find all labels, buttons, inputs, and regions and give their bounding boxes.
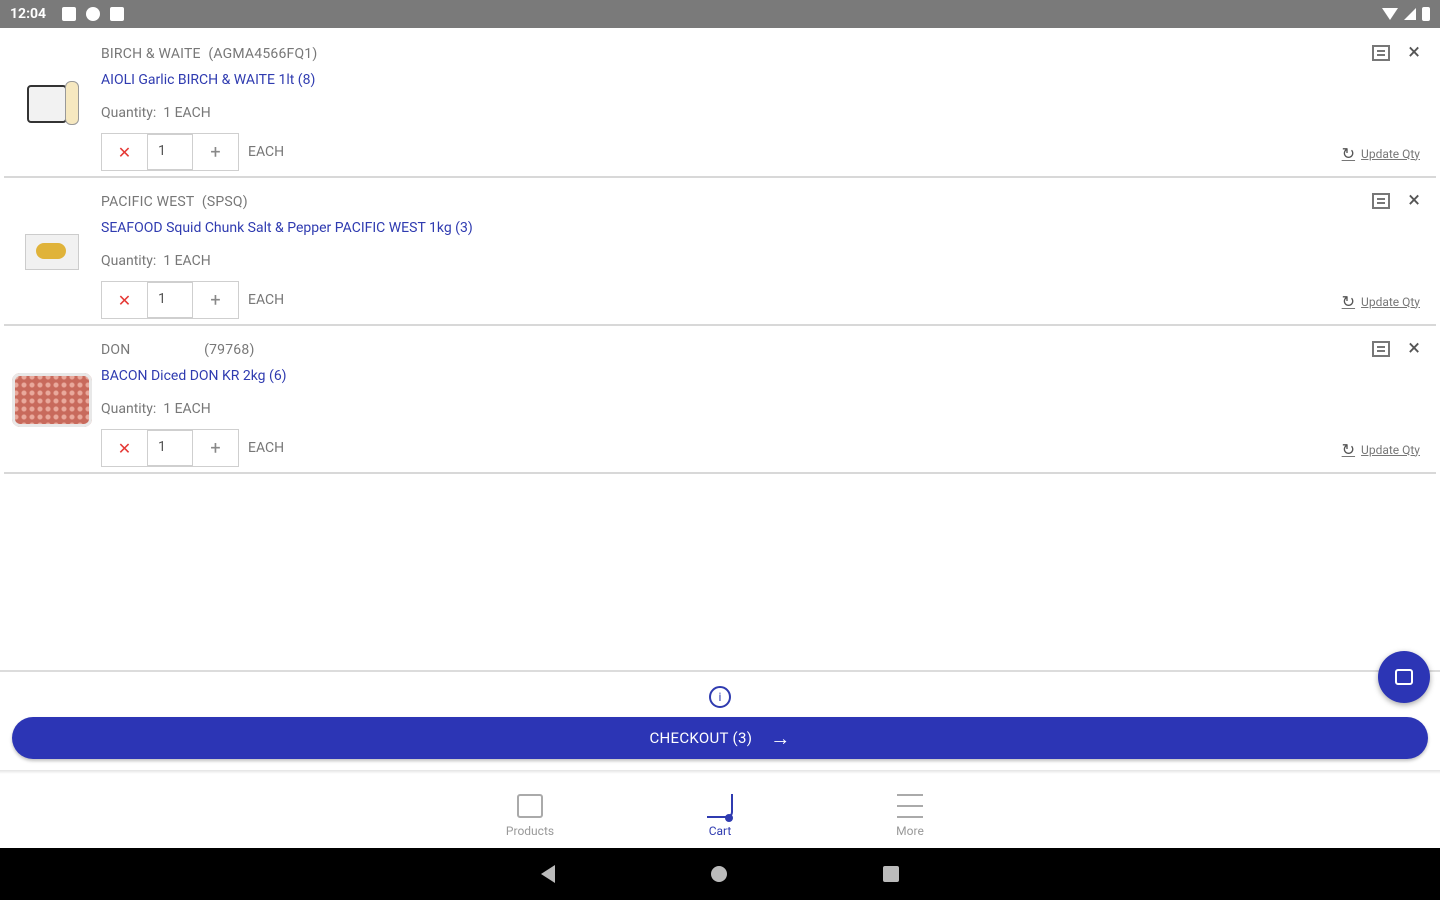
plus-icon[interactable]: + <box>193 282 238 318</box>
system-nav-bar <box>0 848 1440 900</box>
item-actions: × <box>1372 190 1420 212</box>
bacon-product-image <box>12 373 92 427</box>
unit-label: EACH <box>248 440 285 456</box>
product-brand: PACIFIC WEST (SPSQ) <box>101 194 248 210</box>
cart-list: BIRCH & WAITE (AGMA4566FQ1) AIOLI Garlic… <box>0 30 1440 474</box>
unit-label: EACH <box>248 144 285 160</box>
product-code: (SPSQ) <box>201 194 248 210</box>
product-code: (79768) <box>204 342 255 358</box>
quantity-label: Quantity: <box>101 253 157 269</box>
back-icon[interactable] <box>541 865 555 883</box>
plus-icon[interactable]: + <box>193 134 238 170</box>
recent-apps-icon[interactable] <box>883 866 899 882</box>
product-code: (AGMA4566FQ1) <box>208 46 318 62</box>
tab-label: More <box>896 824 924 838</box>
edit-note-fab-button[interactable] <box>1378 651 1430 703</box>
checkout-button[interactable]: CHECKOUT (3) → <box>12 717 1428 759</box>
battery-icon <box>1422 7 1430 21</box>
quantity-value-text: 1 EACH <box>163 253 211 269</box>
refresh-icon: ↻ <box>1341 440 1356 459</box>
unit-label: EACH <box>248 292 285 308</box>
quantity-stepper: ✕ 1 + <box>101 281 239 319</box>
cart-icon <box>707 794 733 822</box>
quantity-input[interactable]: 1 <box>147 430 193 466</box>
quantity-summary: Quantity: 1 EACH <box>101 105 211 121</box>
item-actions: × <box>1372 42 1420 64</box>
close-icon[interactable]: × <box>1408 42 1420 64</box>
menu-icon <box>897 794 923 818</box>
home-icon[interactable] <box>711 866 727 882</box>
tabbar-shadow <box>0 770 1440 774</box>
delete-icon[interactable]: ✕ <box>102 134 147 170</box>
tab-cart[interactable]: Cart <box>680 780 760 848</box>
quantity-value-text: 1 EACH <box>163 401 211 417</box>
product-name-link[interactable]: SEAFOOD Squid Chunk Salt & Pepper PACIFI… <box>101 220 473 236</box>
info-circle-icon[interactable]: i <box>709 686 731 708</box>
tab-label: Cart <box>708 824 732 838</box>
app-notification-icon <box>86 7 101 21</box>
tab-label: Products <box>505 824 555 838</box>
plus-icon[interactable]: + <box>193 430 238 466</box>
quantity-input[interactable]: 1 <box>147 282 193 318</box>
signal-icon <box>1404 8 1416 20</box>
brand-name: PACIFIC WEST <box>101 194 195 210</box>
note-icon[interactable] <box>1372 193 1391 209</box>
notification-icon <box>62 7 77 21</box>
cart-item: DON (79768) BACON Diced DON KR 2kg (6) Q… <box>4 326 1436 474</box>
box-icon <box>517 794 543 818</box>
product-thumbnail[interactable] <box>10 74 94 134</box>
quantity-stepper: ✕ 1 + <box>101 429 239 467</box>
edit-note-icon <box>1395 669 1413 685</box>
note-icon[interactable] <box>1372 45 1391 61</box>
update-qty-label: Update Qty <box>1361 294 1420 309</box>
update-qty-label: Update Qty <box>1361 442 1420 457</box>
brand-name: BIRCH & WAITE <box>101 46 201 62</box>
squid-product-image <box>25 234 79 270</box>
product-brand: DON (79768) <box>101 342 255 358</box>
item-actions: × <box>1372 338 1420 360</box>
product-brand: BIRCH & WAITE (AGMA4566FQ1) <box>101 46 317 62</box>
delete-icon[interactable]: ✕ <box>102 282 147 318</box>
sd-card-icon <box>110 7 125 21</box>
quantity-summary: Quantity: 1 EACH <box>101 401 211 417</box>
update-qty-button[interactable]: ↻ Update Qty <box>1342 440 1420 459</box>
update-qty-button[interactable]: ↻ Update Qty <box>1342 144 1420 163</box>
product-thumbnail[interactable] <box>10 370 94 430</box>
arrow-right-icon: → <box>770 725 791 750</box>
checkout-label: CHECKOUT (3) <box>649 729 753 747</box>
product-name-link[interactable]: AIOLI Garlic BIRCH & WAITE 1lt (8) <box>101 72 315 88</box>
product-name-link[interactable]: BACON Diced DON KR 2kg (6) <box>101 368 287 384</box>
tab-more[interactable]: More <box>870 780 950 848</box>
quantity-label: Quantity: <box>101 401 157 417</box>
note-icon[interactable] <box>1372 341 1391 357</box>
delete-icon[interactable]: ✕ <box>102 430 147 466</box>
status-bar: 12:04 <box>0 0 1440 28</box>
product-thumbnail[interactable] <box>10 222 94 282</box>
status-right-icons <box>1382 7 1430 21</box>
update-qty-button[interactable]: ↻ Update Qty <box>1342 292 1420 311</box>
quantity-stepper: ✕ 1 + <box>101 133 239 171</box>
aioli-product-image <box>23 79 81 129</box>
quantity-label: Quantity: <box>101 105 157 121</box>
refresh-icon: ↻ <box>1341 292 1356 311</box>
close-icon[interactable]: × <box>1408 338 1420 360</box>
brand-name: DON <box>101 342 131 358</box>
refresh-icon: ↻ <box>1341 144 1356 163</box>
tab-products[interactable]: Products <box>490 780 570 848</box>
cart-item: PACIFIC WEST (SPSQ) SEAFOOD Squid Chunk … <box>4 178 1436 326</box>
quantity-input[interactable]: 1 <box>147 134 193 170</box>
cart-item: BIRCH & WAITE (AGMA4566FQ1) AIOLI Garlic… <box>4 30 1436 178</box>
divider <box>0 670 1440 672</box>
quantity-summary: Quantity: 1 EACH <box>101 253 211 269</box>
status-time: 12:04 <box>10 6 47 22</box>
close-icon[interactable]: × <box>1408 190 1420 212</box>
quantity-value-text: 1 EACH <box>163 105 211 121</box>
wifi-icon <box>1382 8 1398 20</box>
bottom-tab-bar: Products Cart More <box>0 780 1440 848</box>
update-qty-label: Update Qty <box>1361 146 1420 161</box>
